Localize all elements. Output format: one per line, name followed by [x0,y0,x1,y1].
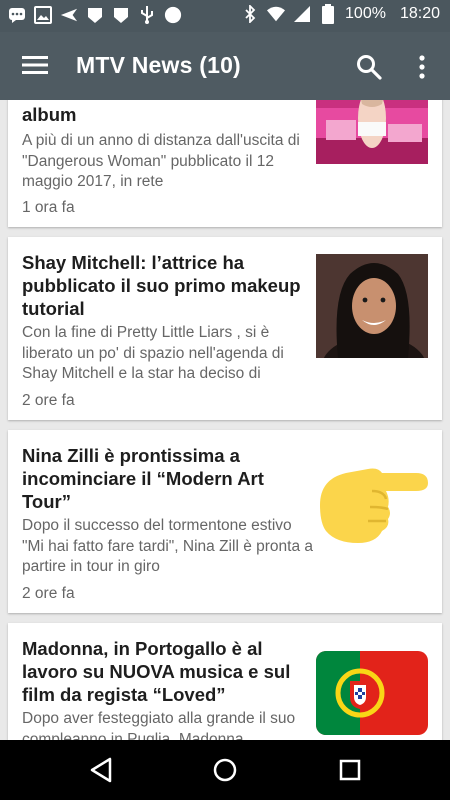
app-title: MTV News (10) [76,52,241,78]
back-icon[interactable] [86,754,118,786]
news-time: 1 ora fa [22,199,75,216]
pointing-hand-emoji [316,447,428,551]
recents-icon[interactable] [334,754,366,786]
news-time: 2 ore fa [22,392,75,409]
news-thumbnail [316,100,428,164]
battery-icon [319,4,337,24]
news-excerpt: Dopo aver festeggiato alla grande il suo… [22,710,296,740]
battery-percent: 100% [345,5,386,22]
send-icon [60,6,78,24]
circle-icon [164,6,182,24]
news-excerpt: Dopo il successo del tormentone estivo "… [22,517,313,575]
shield-icon [86,6,104,24]
status-notifications [8,6,182,24]
signal-icon [293,5,311,23]
menu-icon[interactable] [22,54,48,76]
shield-icon [112,6,130,24]
news-thumbnail [316,254,428,396]
wifi-icon [267,5,286,23]
more-vert-icon[interactable] [412,54,432,80]
news-excerpt: A più di un anno di distanza dall'uscita… [22,132,300,190]
news-list[interactable]: album A più di un anno di distanza dall'… [0,100,450,740]
news-time: 2 ore fa [22,585,75,602]
home-icon[interactable] [209,754,241,786]
news-card[interactable]: Nina Zilli è prontissima a incominciare … [8,430,442,613]
news-title: album [22,104,77,125]
news-card[interactable]: Madonna, in Portogallo è al lavoro su NU… [8,623,442,740]
portugal-flag-emoji [316,651,428,735]
news-card[interactable]: Shay Mitchell: l’attrice ha pubblicato i… [8,237,442,420]
news-title: Madonna, in Portogallo è al lavoro su NU… [22,638,291,705]
app-bar: MTV News (10) [0,32,450,100]
news-excerpt: Con la fine di Pretty Little Liars , si … [22,324,284,382]
status-bar: 100% 18:20 [0,0,450,32]
chat-icon [8,6,26,24]
status-system: 100% 18:20 [241,4,440,24]
clock: 18:20 [399,5,440,22]
navigation-bar [0,740,450,800]
search-icon[interactable] [356,54,382,80]
news-title: Nina Zilli è prontissima a incominciare … [22,445,264,512]
image-icon [34,6,52,24]
bluetooth-icon [241,5,259,23]
news-card[interactable]: album A più di un anno di distanza dall'… [8,100,442,227]
usb-icon [138,6,156,24]
news-title: Shay Mitchell: l’attrice ha pubblicato i… [22,252,301,319]
